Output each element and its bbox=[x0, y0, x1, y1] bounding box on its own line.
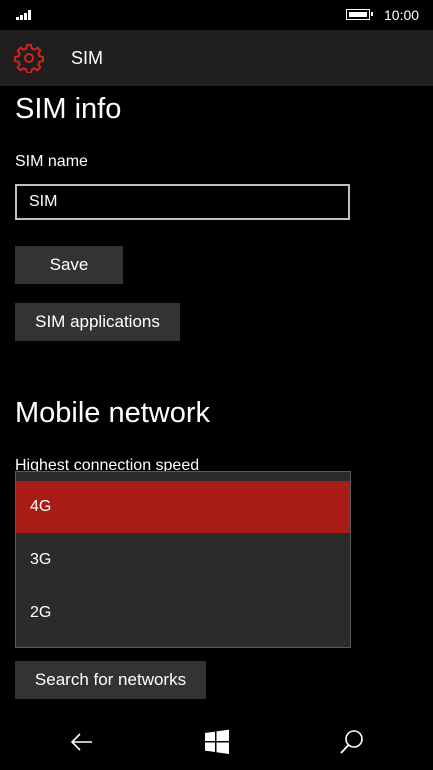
sim-name-input[interactable] bbox=[15, 184, 350, 220]
clock: 10:00 bbox=[384, 7, 420, 23]
sim-name-label: SIM name bbox=[15, 153, 88, 170]
app-header: SIM bbox=[0, 30, 433, 86]
search-networks-button[interactable]: Search for networks bbox=[15, 661, 206, 699]
option-3g[interactable]: 3G bbox=[16, 534, 350, 586]
battery-icon bbox=[346, 9, 373, 20]
connection-speed-dropdown[interactable]: 4G 3G 2G bbox=[15, 471, 351, 648]
status-bar: 10:00 bbox=[0, 0, 433, 30]
gear-icon bbox=[14, 44, 44, 73]
windows-icon[interactable] bbox=[203, 728, 231, 756]
option-4g[interactable]: 4G bbox=[16, 481, 350, 533]
sim-applications-button[interactable]: SIM applications bbox=[15, 303, 180, 341]
save-button[interactable]: Save bbox=[15, 246, 123, 284]
page-title: SIM bbox=[71, 48, 104, 68]
navigation-bar bbox=[0, 714, 433, 770]
option-2g[interactable]: 2G bbox=[16, 587, 350, 639]
signal-icon bbox=[16, 8, 34, 20]
back-icon[interactable] bbox=[68, 728, 96, 756]
search-icon[interactable] bbox=[338, 728, 366, 756]
sim-info-heading: SIM info bbox=[15, 93, 122, 125]
mobile-network-heading: Mobile network bbox=[15, 397, 211, 429]
